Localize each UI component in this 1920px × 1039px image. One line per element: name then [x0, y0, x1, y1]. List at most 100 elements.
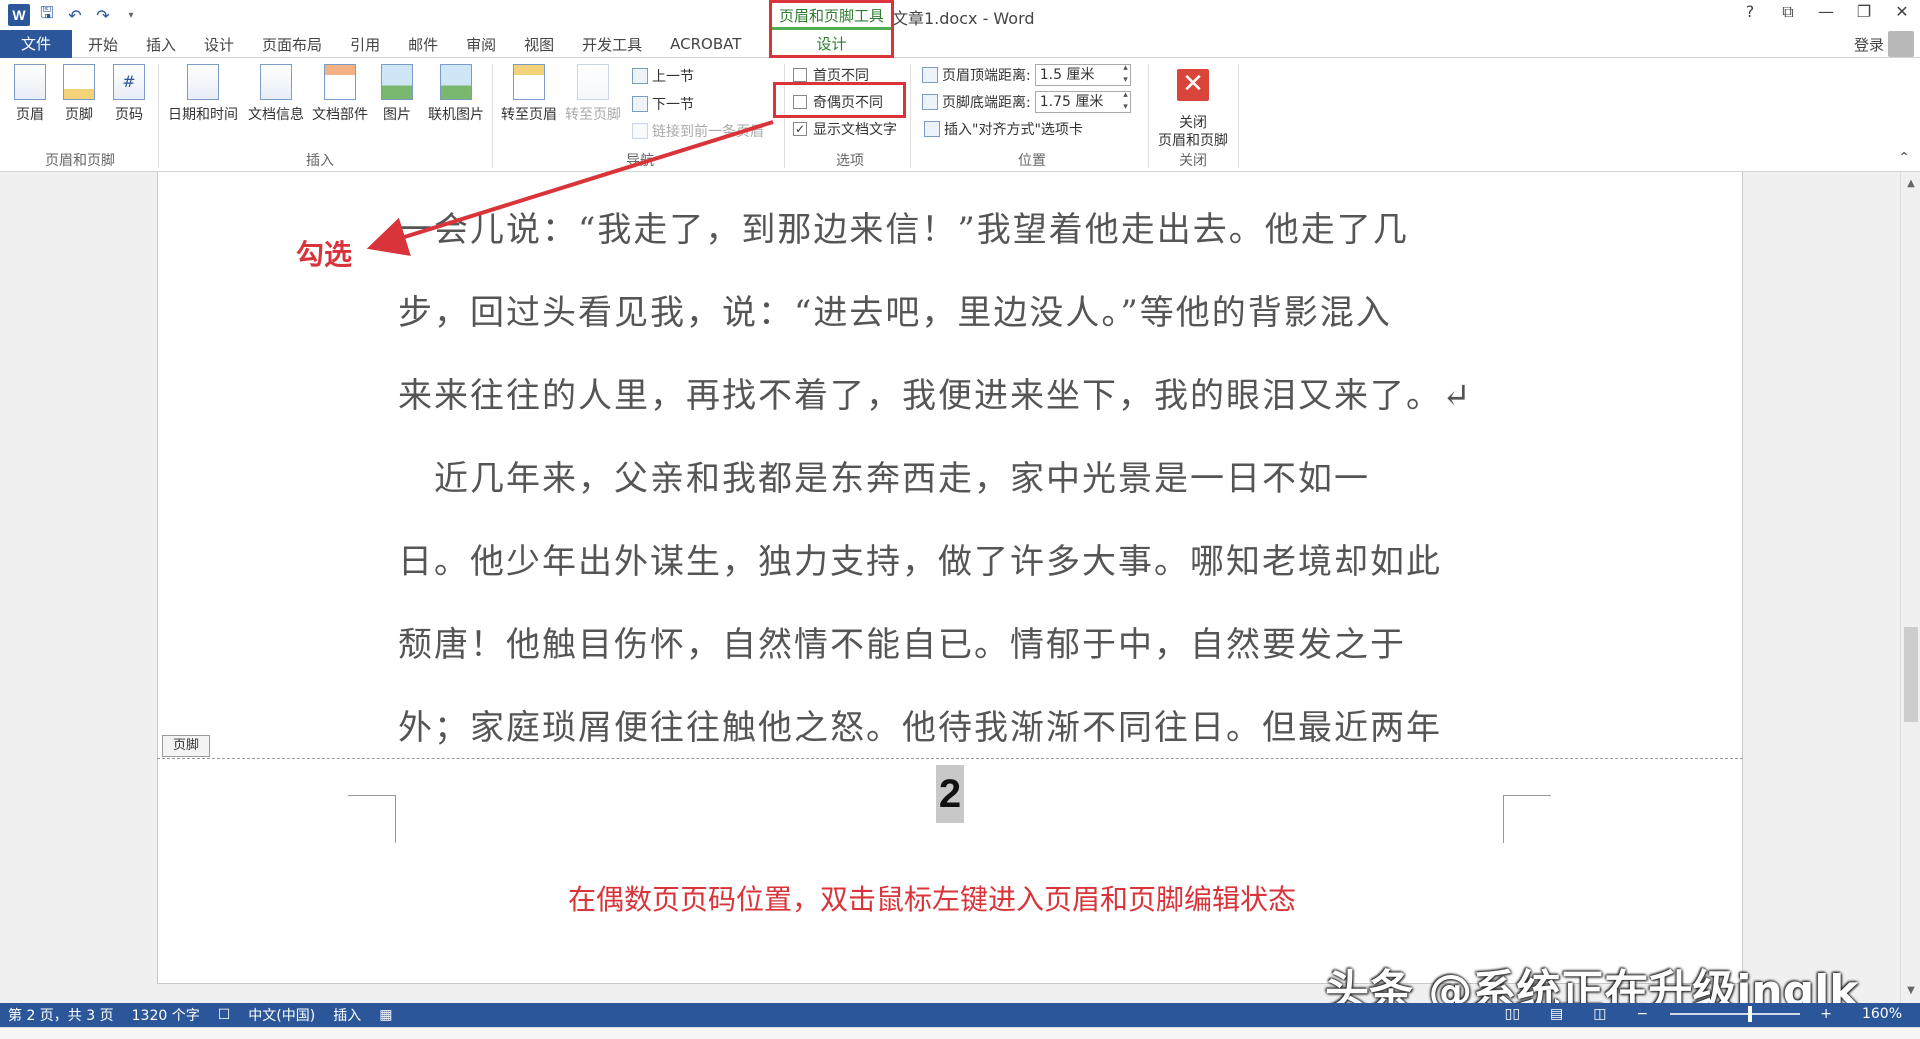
document-info-icon [260, 64, 292, 100]
date-time-button[interactable]: 日期和时间 [163, 64, 243, 124]
scroll-up-icon[interactable]: ▲ [1905, 178, 1917, 190]
web-layout-icon[interactable]: ◫ [1593, 1006, 1606, 1022]
insert-alignment-tab-button[interactable]: 插入"对齐方式"选项卡 [924, 119, 1083, 139]
tab-mailings[interactable]: 邮件 [408, 34, 438, 55]
zoom-level[interactable]: 160% [1862, 1006, 1902, 1022]
close-button-line1: 关闭 [1179, 115, 1207, 131]
ribbon: 页眉 页脚 # 页码 页眉和页脚 日期和时间 文档信息 文档部件 图片 联机图片… [0, 58, 1920, 172]
link-to-previous-label: 链接到前一条页眉 [652, 124, 764, 140]
zoom-thumb[interactable] [1748, 1006, 1753, 1022]
previous-section-button[interactable]: 上一节 [632, 66, 694, 86]
scroll-thumb[interactable] [1904, 627, 1918, 722]
tab-design[interactable]: 设计 [204, 34, 234, 55]
header-button-label: 页眉 [16, 107, 44, 123]
group-separator [158, 64, 159, 168]
header-footer-tools-tab[interactable]: 页眉和页脚工具 设计 [769, 0, 894, 58]
footer-bottom-distance: 页脚底端距离: 1.75 厘米 [922, 89, 1131, 113]
ribbon-display-button[interactable]: ⧉ [1776, 2, 1800, 22]
tab-insert[interactable]: 插入 [146, 34, 176, 55]
status-bar: 第 2 页，共 3 页 1320 个字 ☐ 中文(中国) 插入 ▦ ▯▯ ▤ ◫… [0, 1003, 1920, 1027]
next-section-icon [632, 96, 648, 112]
page-number-icon: # [113, 64, 145, 100]
proofing-icon[interactable]: ☐ [218, 1007, 231, 1023]
goto-header-button[interactable]: 转至页眉 [497, 64, 561, 124]
login-link[interactable]: 登录 [1854, 34, 1884, 55]
help-button[interactable]: ? [1738, 2, 1762, 22]
footer-bottom-input[interactable]: 1.75 厘米 [1034, 89, 1131, 113]
picture-button[interactable]: 图片 [370, 64, 424, 124]
previous-section-icon [632, 68, 648, 84]
margin-corner-right [1503, 795, 1551, 843]
body-line: 颓唐！他触目伤怀，自然情不能自已。情郁于中，自然要发之于 [398, 625, 1406, 665]
goto-footer-button[interactable]: 转至页脚 [561, 64, 625, 124]
quick-parts-button[interactable]: 文档部件 [308, 64, 372, 124]
body-line: 一会儿说：“我走了，到那边来信！”我望着他走出去。他走了几 [398, 210, 1409, 250]
show-document-text-label: 显示文档文字 [813, 122, 897, 138]
next-section-label: 下一节 [652, 97, 694, 113]
footer-button[interactable]: 页脚 [51, 64, 107, 124]
status-right: ▯▯ ▤ ◫ − + 160% [1497, 1006, 1912, 1022]
redo-icon[interactable]: ↷ [92, 4, 114, 26]
tab-page-layout[interactable]: 页面布局 [262, 34, 322, 55]
header-top-label: 页眉顶端距离: [942, 68, 1031, 84]
language[interactable]: 中文(中国) [248, 1005, 315, 1025]
read-mode-icon[interactable]: ▯▯ [1505, 1006, 1520, 1022]
page-number-button[interactable]: # 页码 [101, 64, 157, 124]
online-picture-icon [440, 64, 472, 100]
customize-icon[interactable]: ▾ [120, 4, 142, 26]
word-count[interactable]: 1320 个字 [132, 1005, 200, 1025]
next-section-button[interactable]: 下一节 [632, 94, 694, 114]
avatar[interactable] [1888, 31, 1914, 57]
page-number[interactable]: 2 [936, 765, 964, 823]
zoom-out-icon[interactable]: − [1637, 1006, 1649, 1022]
insert-mode[interactable]: 插入 [333, 1005, 361, 1025]
scroll-down-icon[interactable]: ▼ [1905, 985, 1917, 997]
online-picture-button[interactable]: 联机图片 [421, 64, 491, 124]
tab-file[interactable]: 文件 [0, 30, 72, 58]
macro-icon[interactable]: ▦ [379, 1007, 392, 1023]
restore-button[interactable]: ❐ [1852, 2, 1876, 22]
minimize-button[interactable]: — [1814, 2, 1838, 22]
margin-corner-left [348, 795, 396, 843]
vertical-scrollbar[interactable]: ▲ ▼ [1900, 172, 1920, 1003]
taskbar-strip [0, 1027, 1920, 1039]
tab-review[interactable]: 审阅 [466, 34, 496, 55]
title-bar: W 🖫 ↶ ↷ ▾ 文章1.docx - Word ? ⧉ — ❐ ✕ [0, 0, 1920, 30]
goto-footer-icon [577, 64, 609, 100]
zoom-in-icon[interactable]: + [1820, 1006, 1832, 1022]
link-to-previous-button[interactable]: 链接到前一条页眉 [632, 121, 764, 141]
save-icon[interactable]: 🖫 [36, 3, 58, 26]
zoom-slider[interactable] [1670, 1006, 1801, 1022]
close-icon[interactable]: ✕ [1177, 69, 1209, 101]
header-top-distance: 页眉顶端距离: 1.5 厘米 [922, 62, 1131, 86]
tab-home[interactable]: 开始 [88, 34, 118, 55]
close-header-footer-button[interactable]: 关闭 页眉和页脚 [1146, 114, 1240, 150]
date-time-label: 日期和时间 [168, 107, 238, 123]
tab-references[interactable]: 引用 [350, 34, 380, 55]
tab-developer[interactable]: 开发工具 [582, 34, 642, 55]
document-info-button[interactable]: 文档信息 [244, 64, 308, 124]
group-label-insert: 插入 [306, 153, 334, 169]
tab-hf-design[interactable]: 设计 [772, 30, 891, 58]
header-button[interactable]: 页眉 [2, 64, 58, 124]
window-controls: ? ⧉ — ❐ ✕ [1738, 2, 1914, 22]
undo-icon[interactable]: ↶ [64, 4, 86, 26]
group-label-close: 关闭 [1179, 153, 1207, 169]
page-count[interactable]: 第 2 页，共 3 页 [8, 1005, 114, 1025]
tab-acrobat[interactable]: ACROBAT [670, 35, 741, 53]
link-icon [632, 123, 648, 139]
document-area[interactable]: 一会儿说：“我走了，到那边来信！”我望着他走出去。他走了几 步，回过头看见我，说… [0, 172, 1900, 1003]
close-window-button[interactable]: ✕ [1890, 2, 1914, 22]
collapse-ribbon-icon[interactable]: ⌃ [1898, 150, 1910, 166]
show-document-text-checkbox[interactable]: ✓ 显示文档文字 [793, 119, 897, 139]
header-top-input[interactable]: 1.5 厘米 [1034, 62, 1131, 86]
word-app-icon[interactable]: W [8, 4, 30, 26]
previous-section-label: 上一节 [652, 69, 694, 85]
quick-access-toolbar: W 🖫 ↶ ↷ ▾ [0, 3, 142, 26]
calendar-icon [187, 64, 219, 100]
quick-parts-label: 文档部件 [312, 107, 368, 123]
goto-header-label: 转至页眉 [501, 107, 557, 123]
print-layout-icon[interactable]: ▤ [1550, 1006, 1563, 1022]
tab-view[interactable]: 视图 [524, 34, 554, 55]
body-line: 日。他少年出外谋生，独力支持，做了许多大事。哪知老境却如此 [398, 542, 1442, 582]
